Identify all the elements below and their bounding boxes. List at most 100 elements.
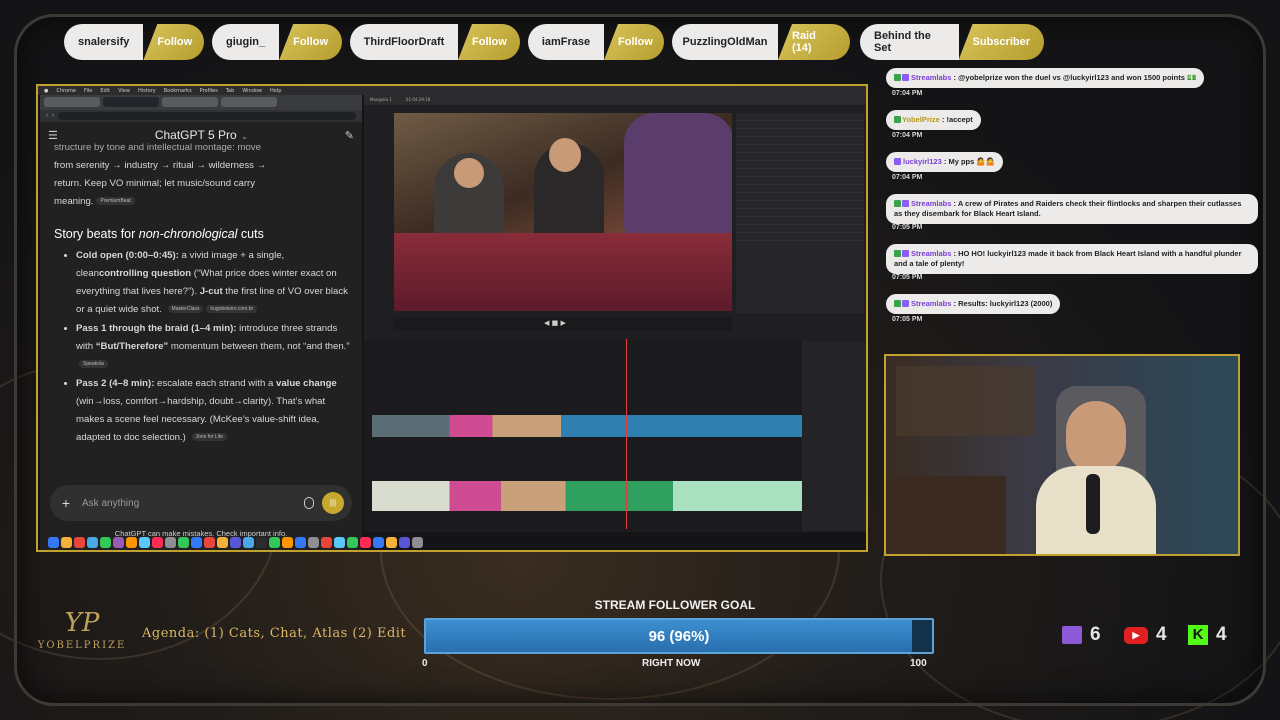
back-icon[interactable]: ‹ [46,113,48,119]
app-icon[interactable] [126,536,137,548]
app-icon[interactable] [256,536,267,548]
app-icon[interactable] [243,536,254,548]
app-icon[interactable] [230,536,241,548]
davinci-resolve-window: Mongolia 1 01:04:29:18 ◀ ■ ▶ [364,95,866,532]
goal-now-label: RIGHT NOW [642,658,701,669]
browser-tab-active[interactable] [103,97,159,107]
play-icon[interactable]: ◀ ■ ▶ [544,319,566,327]
youtube-stat: ▶ 4 [1124,624,1167,646]
source-chip[interactable]: MasterClass [167,305,204,314]
streamer [1066,401,1126,473]
video-track[interactable] [372,415,802,437]
chat-message: YobelPrize : !accept [886,110,981,130]
resolve-toolbar: Mongolia 1 01:04:29:18 [364,95,866,105]
project-name: Mongolia 1 [370,97,392,102]
prompt-composer: + Ask anything ||| [50,485,352,521]
app-icon[interactable] [113,536,124,548]
beats-list: Cold open (0:00–0:45): a vivid image + a… [54,247,350,447]
forward-icon[interactable]: › [52,113,54,119]
alert-pill: Behind the Set Subscriber [860,24,1044,60]
voice-mode-button[interactable]: ||| [322,492,344,514]
source-chip[interactable]: Speakola [79,360,108,369]
audio-mixer [802,341,866,531]
chat-message: Streamlabs : @yobelprize won the duel vs… [886,68,1205,88]
app-icon[interactable] [308,536,319,548]
app-icon[interactable] [295,536,306,548]
app-icon[interactable] [165,536,176,548]
timecode: 01:04:29:18 [405,97,431,102]
video-viewer[interactable] [394,113,732,311]
microphone [1086,474,1100,534]
shelf [896,366,1036,436]
alert-pill: giugin_ Follow [212,24,342,60]
alert-action: Subscriber [958,24,1044,60]
twitch-stat: 6 [1062,624,1101,646]
chat-timestamp: 07:05 PM [892,274,923,281]
timeline[interactable] [364,339,866,531]
alert-pill: ThirdFloorDraft Follow [350,24,520,60]
stream-chat: Streamlabs : @yobelprize won the duel vs… [884,64,1264,354]
app-icon[interactable] [100,536,111,548]
source-chip[interactable]: PremiumBeat [96,197,135,206]
logo-mark: YP [64,608,100,638]
list-item: Pass 2 (4–8 min): escalate each strand w… [76,375,350,447]
trash-icon[interactable] [412,536,423,548]
follower-goal-bar: 96 (96%) [424,618,934,654]
browser-tab[interactable] [44,97,100,107]
youtube-count: 4 [1156,624,1167,645]
app-icon[interactable] [386,536,397,548]
apple-icon[interactable]: ● [44,88,48,94]
alert-action: Follow [143,24,204,60]
mac-dock [44,534,866,550]
alert-pill: iamFrase Follow [528,24,664,60]
list-item: Pass 1 through the braid (1–4 min): intr… [76,320,350,374]
app-icon[interactable] [347,536,358,548]
app-icon[interactable] [282,536,293,548]
response-text: from serenity → industry → ritual → wild… [54,160,267,171]
app-icon[interactable] [399,536,410,548]
chat-timestamp: 07:04 PM [892,90,923,97]
audio-track[interactable] [372,481,802,511]
alert-action: Follow [458,24,520,60]
app-icon[interactable] [204,536,215,548]
app-icon[interactable] [360,536,371,548]
app-icon[interactable] [87,536,98,548]
chat-timestamp: 07:04 PM [892,174,923,181]
chatgpt-window: ‹ › ☰ ChatGPT 5 Pro ⌄ ✎ structure by ton… [40,95,362,550]
browser-tab[interactable] [221,97,277,107]
plus-icon[interactable]: + [58,495,74,511]
response-text: return. Keep VO minimal; let music/sound… [54,178,256,189]
app-icon[interactable] [321,536,332,548]
figure [549,138,581,172]
app-icon[interactable] [334,536,345,548]
app-icon[interactable] [61,536,72,548]
app-icon[interactable] [178,536,189,548]
chat-message: Streamlabs : Results: luckyirl123 (2000) [886,294,1061,314]
app-icon[interactable] [373,536,384,548]
microphone-icon[interactable] [304,497,314,509]
finder-icon[interactable] [48,536,59,548]
alert-pill: PuzzlingOldMan Raid (14) [672,24,850,60]
app-icon[interactable] [191,536,202,548]
app-icon[interactable] [139,536,150,548]
twitch-icon [1062,626,1082,644]
alert-name: snalersify [64,24,144,60]
playhead[interactable] [626,339,627,529]
app-icon[interactable] [74,536,85,548]
chat-message: luckyirl123 : My pps 🤷🤷 [886,152,1004,172]
alert-pill: snalersify Follow [64,24,204,60]
chat-timestamp: 07:04 PM [892,132,923,139]
alert-action: Follow [604,24,664,60]
app-icon[interactable] [152,536,163,548]
browser-tab[interactable] [162,97,218,107]
url-field[interactable] [58,112,356,120]
source-chip[interactable]: hugobeleiro.com.br [206,305,258,314]
prompt-input[interactable]: Ask anything [82,498,296,509]
app-icon[interactable] [269,536,280,548]
source-chip[interactable]: Jonn for Life [191,433,228,442]
browser-tabs [40,95,362,110]
chat-message: Streamlabs : A crew of Pirates and Raide… [886,194,1258,224]
alert-name: ThirdFloorDraft [350,24,458,60]
goal-min-label: 0 [422,658,428,669]
app-icon[interactable] [217,536,228,548]
